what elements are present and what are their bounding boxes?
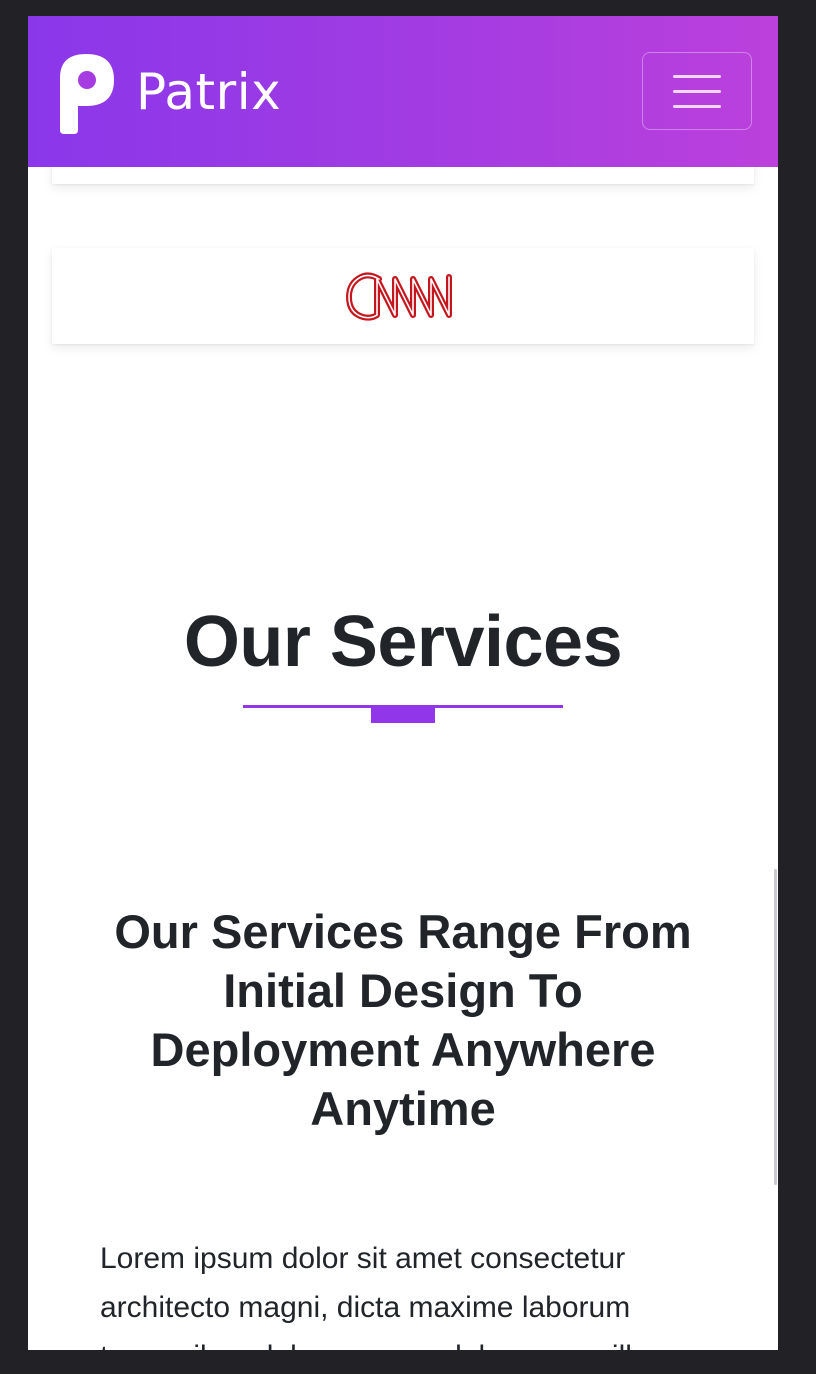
hamburger-menu-icon-bar xyxy=(673,89,721,93)
partner-card-cnn xyxy=(52,248,754,344)
hamburger-menu-icon xyxy=(673,74,721,78)
services-title: Our Services xyxy=(183,602,623,682)
p-logo-icon xyxy=(60,54,114,134)
services-description: Lorem ipsum dolor sit amet consectetur a… xyxy=(100,1242,649,1350)
hamburger-menu-button[interactable] xyxy=(642,52,752,130)
navbar: Patrix xyxy=(28,16,778,167)
brand-link[interactable]: Patrix xyxy=(56,50,281,134)
page-viewport: amazon Our Services Our Services Range F… xyxy=(28,16,778,1350)
services-heading: Our Services Range From Initial Design T… xyxy=(114,905,692,1135)
hamburger-menu-icon-bar xyxy=(673,104,721,108)
brand-name: Patrix xyxy=(136,63,282,121)
cnn-logo xyxy=(346,272,452,321)
scrollbar-thumb[interactable] xyxy=(774,869,777,1185)
title-underline-accent xyxy=(371,705,435,723)
